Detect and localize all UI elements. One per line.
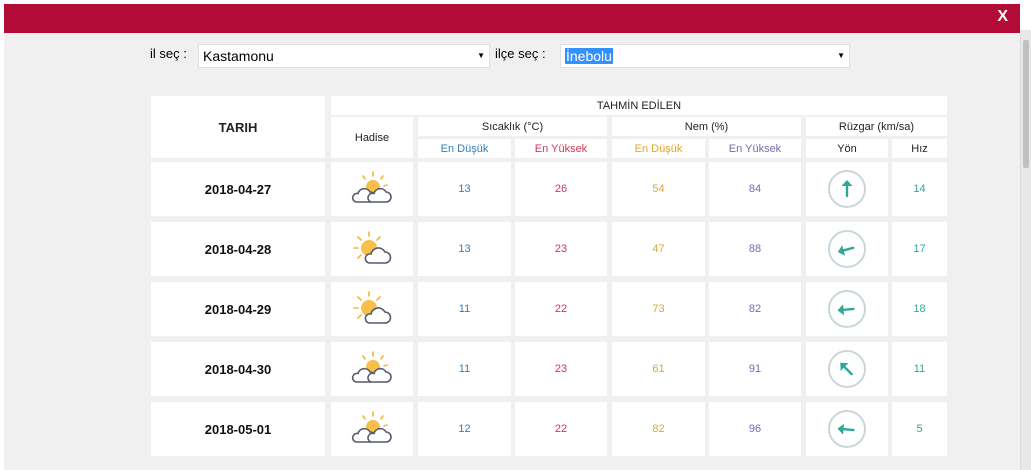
forecast-modal: X il seç : Kastamonu ▼ ilçe seç : İnebol…: [4, 4, 1020, 470]
weather-cell: [331, 342, 413, 396]
hum-min-value: 73: [612, 282, 705, 336]
hum-max-value: 91: [709, 342, 801, 396]
ilce-select-label: ilçe seç :: [495, 46, 546, 61]
ilce-select-value: İnebolu: [565, 48, 613, 64]
sicaklik-header: Sıcaklık (°C): [418, 117, 607, 136]
il-select-label: il seç :: [150, 46, 187, 61]
partly-cloudy-sun-icon: [351, 410, 393, 449]
row-date: 2018-05-01: [151, 402, 325, 456]
hum-max-header: En Yüksek: [709, 139, 801, 158]
wind-speed-value: 11: [892, 342, 947, 396]
wind-direction-cell: [806, 162, 888, 216]
hum-max-value: 88: [709, 222, 801, 276]
modal-titlebar: X: [4, 4, 1020, 33]
wind-direction-cell: [806, 222, 888, 276]
arrow-left-icon: [834, 417, 861, 441]
tahmin-header: TAHMİN EDİLEN: [331, 96, 947, 115]
hum-max-value: 84: [709, 162, 801, 216]
partly-cloudy-sun-icon: [351, 170, 393, 209]
temp-min-value: 12: [418, 402, 511, 456]
hum-min-value: 61: [612, 342, 705, 396]
wind-speed-value: 17: [892, 222, 947, 276]
yon-header: Yön: [806, 139, 888, 158]
hadise-header: Hadise: [331, 117, 413, 158]
il-select-value: Kastamonu: [203, 48, 274, 64]
hum-max-value: 96: [709, 402, 801, 456]
temp-max-value: 26: [515, 162, 607, 216]
temp-max-value: 22: [515, 282, 607, 336]
arrow-up-left-icon: [830, 352, 863, 385]
il-select[interactable]: Kastamonu ▼: [198, 44, 490, 68]
scrollbar-thumb[interactable]: [1023, 40, 1029, 168]
hum-min-value: 82: [612, 402, 705, 456]
ilce-select[interactable]: İnebolu ▼: [560, 44, 850, 68]
hum-min-header: En Düşük: [612, 139, 705, 158]
wind-speed-value: 5: [892, 402, 947, 456]
weather-cell: [331, 222, 413, 276]
row-date: 2018-04-27: [151, 162, 325, 216]
wind-direction-cell: [806, 402, 888, 456]
row-date: 2018-04-28: [151, 222, 325, 276]
hum-max-value: 82: [709, 282, 801, 336]
chevron-down-icon: ▼: [477, 51, 485, 60]
wind-direction-dial: [828, 230, 866, 268]
temp-min-value: 13: [418, 222, 511, 276]
wind-direction-dial: [828, 350, 866, 388]
ruzgar-header: Rüzgar (km/sa): [806, 117, 947, 136]
wind-direction-dial: [828, 170, 866, 208]
wind-speed-value: 14: [892, 162, 947, 216]
nem-header: Nem (%): [612, 117, 801, 136]
row-date: 2018-04-30: [151, 342, 325, 396]
wind-speed-value: 18: [892, 282, 947, 336]
temp-min-value: 11: [418, 282, 511, 336]
vertical-scrollbar[interactable]: [1020, 30, 1031, 470]
chevron-down-icon: ▼: [837, 51, 845, 60]
weather-cell: [331, 282, 413, 336]
hum-min-value: 54: [612, 162, 705, 216]
tarih-header: TARIH: [151, 96, 325, 158]
arrow-left-icon: [834, 297, 861, 321]
wind-direction-dial: [828, 290, 866, 328]
hiz-header: Hız: [892, 139, 947, 158]
arrow-up-icon: [836, 177, 858, 202]
temp-max-value: 23: [515, 342, 607, 396]
close-button[interactable]: X: [997, 8, 1008, 26]
temp-max-value: 22: [515, 402, 607, 456]
partly-cloudy-sun-icon: [351, 350, 393, 389]
row-date: 2018-04-29: [151, 282, 325, 336]
weather-cell: [331, 402, 413, 456]
weather-cell: [331, 162, 413, 216]
wind-direction-cell: [806, 342, 888, 396]
partly-cloudy-sun-icon: [351, 290, 393, 329]
temp-min-header: En Düşük: [418, 139, 511, 158]
hum-min-value: 47: [612, 222, 705, 276]
temp-min-value: 13: [418, 162, 511, 216]
temp-max-header: En Yüksek: [515, 139, 607, 158]
temp-min-value: 11: [418, 342, 511, 396]
temp-max-value: 23: [515, 222, 607, 276]
wind-direction-dial: [828, 410, 866, 448]
arrow-left-down-icon: [832, 235, 862, 263]
partly-cloudy-sun-icon: [351, 230, 393, 269]
wind-direction-cell: [806, 282, 888, 336]
